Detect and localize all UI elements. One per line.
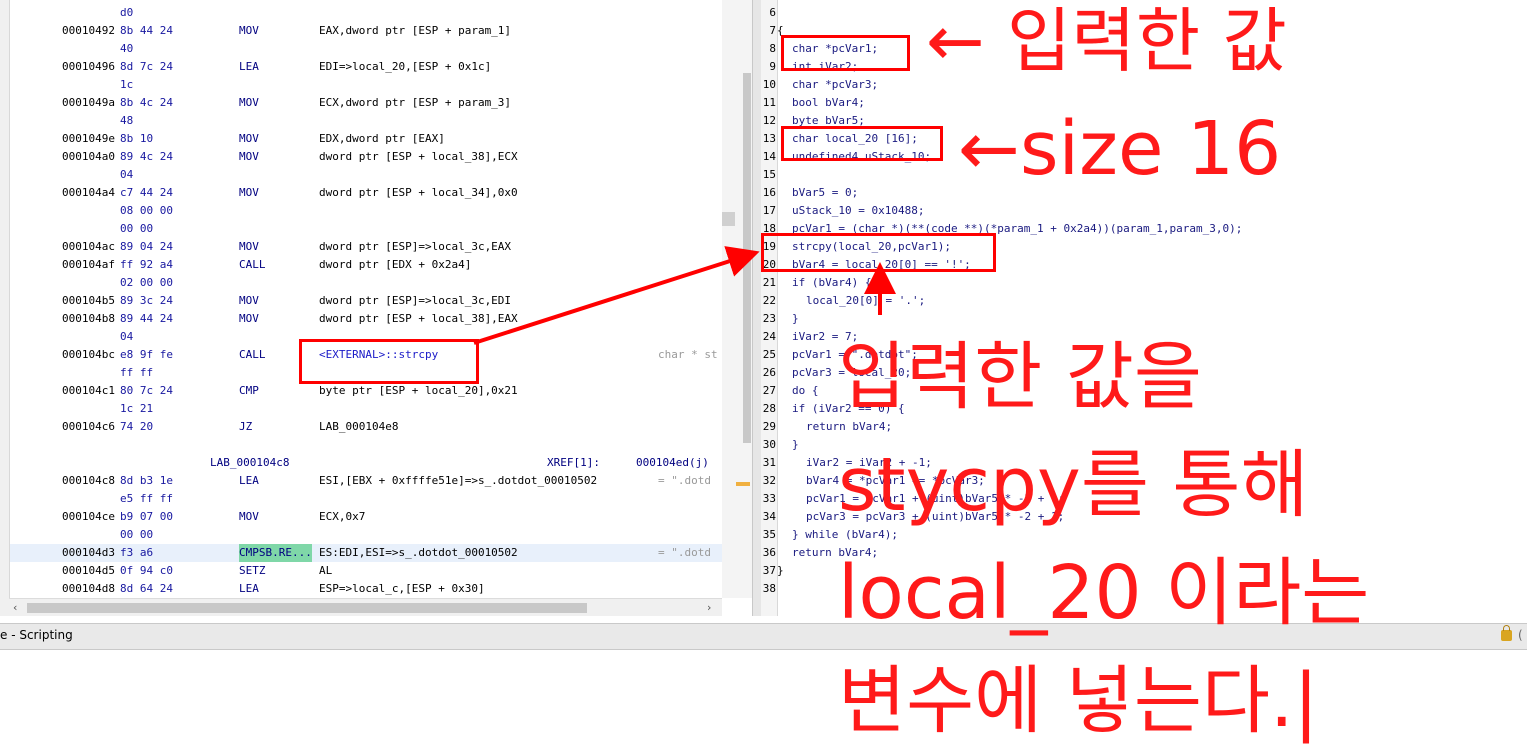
annotation-line4: 변수에 넣는다.|: [838, 658, 1319, 744]
annotation-line2: stycpy를 통해: [838, 442, 1309, 528]
annotation-arrows: [473, 246, 896, 345]
annotation-size16: ←size 16: [958, 106, 1282, 192]
arrow-strcpy-to-decomp: [473, 246, 760, 345]
annotation-line1: 입력한 값을: [838, 334, 1202, 420]
ghidra-window: d0 00010492 8b 44 24 MOV EAX,dword ptr [ESP …: [0, 0, 1527, 751]
annotation-input-value: ← 입력한 값: [926, 0, 1287, 82]
annotation-line3: local_20 이라는: [838, 550, 1370, 636]
